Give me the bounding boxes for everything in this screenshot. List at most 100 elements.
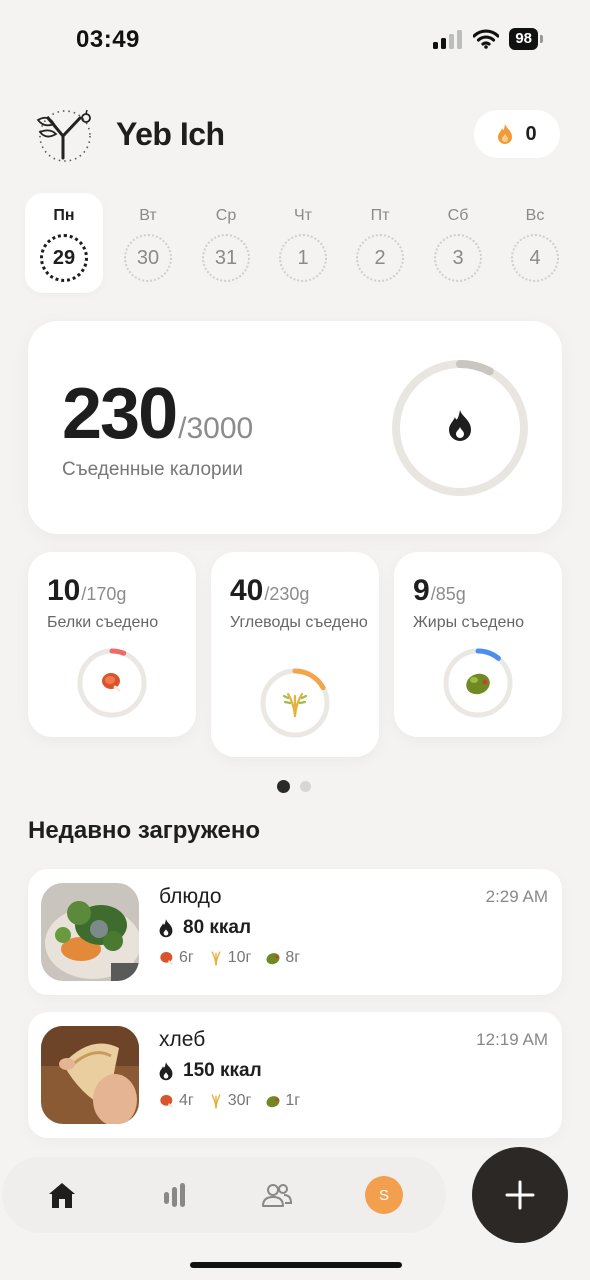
protein-goal: /170g — [81, 584, 127, 604]
meal-calories: 150 ккал — [159, 1060, 262, 1082]
protein-value: 10 — [47, 574, 81, 607]
day-name: Вт — [139, 207, 157, 224]
day-date: 2 — [356, 234, 404, 282]
fat-label: Жиры съедено — [413, 614, 525, 631]
page-dot-active[interactable] — [277, 780, 290, 793]
wheat-icon — [282, 692, 308, 718]
carbs-progress-ring — [260, 668, 330, 738]
wheat-icon — [211, 1094, 221, 1109]
calories-goal: /3000 — [178, 412, 254, 445]
protein-card[interactable]: 10 /170g Белки съедено — [28, 552, 196, 737]
avatar: S — [365, 1176, 403, 1214]
day-sun[interactable]: Вс 4 — [496, 193, 574, 293]
streak-button[interactable]: 0 — [474, 110, 560, 158]
meal-carbs: 30г — [208, 1092, 252, 1110]
tab-home[interactable] — [42, 1176, 82, 1214]
day-thu[interactable]: Чт 1 — [264, 193, 342, 293]
protein-value-row: 10 /170g — [47, 574, 126, 608]
flame-icon — [498, 124, 513, 144]
meal-fat: 1г — [265, 1092, 300, 1110]
meal-macros: 6г 10г 8г — [159, 949, 300, 967]
home-indicator — [190, 1262, 402, 1268]
meal-card[interactable]: блюдо 2:29 AM 80 ккал 6г 10г 8г — [28, 869, 562, 995]
meal-name: хлеб — [159, 1028, 206, 1051]
plus-icon — [505, 1180, 535, 1210]
day-tue[interactable]: Вт 30 — [109, 193, 187, 293]
meal-carbs-value: 10г — [227, 949, 252, 966]
meal-protein-value: 6г — [179, 949, 194, 966]
meal-card[interactable]: хлеб 12:19 AM 150 ккал 4г 30г 1г — [28, 1012, 562, 1138]
wheat-icon — [211, 951, 221, 966]
status-icons: 98 — [433, 28, 543, 50]
calorie-value: 230 /3000 — [62, 373, 253, 455]
tab-community[interactable] — [257, 1176, 297, 1214]
olive-icon — [466, 673, 490, 695]
day-name: Пн — [53, 207, 75, 224]
carbs-label: Углеводы съедено — [230, 614, 368, 631]
calorie-card[interactable]: 230 /3000 Съеденные калории — [28, 321, 562, 534]
day-date: 31 — [202, 234, 250, 282]
meal-macros: 4г 30г 1г — [159, 1092, 300, 1110]
signal-icon — [433, 30, 463, 49]
home-icon — [49, 1183, 75, 1208]
calories-eaten: 230 — [62, 374, 178, 454]
day-date: 30 — [124, 234, 172, 282]
meal-protein: 4г — [159, 1092, 194, 1110]
day-name: Вс — [525, 207, 545, 224]
day-date: 1 — [279, 234, 327, 282]
meal-kcal-value: 80 ккал — [183, 917, 252, 938]
week-strip: Пн 29 Вт 30 Ср 31 Чт 1 Пт 2 Сб 3 Вс 4 — [24, 193, 570, 293]
fat-goal: /85g — [430, 584, 466, 604]
add-meal-button[interactable] — [472, 1147, 568, 1243]
day-fri[interactable]: Пт 2 — [341, 193, 419, 293]
meal-time: 2:29 AM — [485, 887, 548, 906]
tab-profile[interactable]: S — [364, 1176, 404, 1214]
status-bar: 03:49 98 — [0, 0, 590, 80]
recent-section-title: Недавно загружено — [28, 817, 260, 844]
meal-carbs-value: 30г — [227, 1092, 252, 1109]
meal-name: блюдо — [159, 885, 222, 908]
olive-icon — [266, 953, 280, 965]
flame-icon — [159, 918, 173, 937]
flame-icon — [159, 1061, 173, 1080]
page-dot[interactable] — [300, 781, 311, 792]
protein-progress-ring — [77, 648, 147, 718]
meal-fat-value: 8г — [285, 949, 301, 966]
meal-photo — [41, 883, 139, 981]
meat-icon — [160, 952, 173, 965]
stats-icon — [164, 1183, 185, 1207]
day-date: 3 — [434, 234, 482, 282]
meat-icon — [160, 1095, 173, 1108]
fat-card[interactable]: 9 /85g Жиры съедено — [394, 552, 562, 737]
carbs-value: 40 — [230, 574, 264, 607]
protein-label: Белки съедено — [47, 614, 159, 631]
meat-icon — [102, 673, 121, 692]
day-name: Пт — [370, 207, 390, 224]
day-wed[interactable]: Ср 31 — [187, 193, 265, 293]
page-indicator[interactable] — [277, 780, 311, 793]
meal-protein: 6г — [159, 949, 194, 967]
meal-carbs: 10г — [208, 949, 252, 967]
meal-time: 12:19 AM — [476, 1030, 548, 1049]
carbs-card[interactable]: 40 /230g Углеводы съедено — [211, 552, 379, 757]
day-sat[interactable]: Сб 3 — [419, 193, 497, 293]
olive-icon — [266, 1096, 280, 1108]
fat-progress-ring — [443, 648, 513, 718]
wifi-icon — [473, 29, 500, 49]
meal-protein-value: 4г — [179, 1092, 194, 1109]
meal-kcal-value: 150 ккал — [183, 1060, 262, 1081]
day-mon[interactable]: Пн 29 — [25, 193, 103, 293]
calories-label: Съеденные калории — [62, 459, 243, 480]
tab-stats[interactable] — [155, 1176, 195, 1214]
flame-icon — [449, 410, 471, 441]
carbs-goal: /230g — [264, 584, 310, 604]
meal-fat: 8г — [265, 949, 300, 967]
meal-fat-value: 1г — [285, 1092, 301, 1109]
day-date: 4 — [511, 234, 559, 282]
day-name: Чт — [294, 207, 312, 224]
streak-count: 0 — [525, 122, 537, 145]
battery-indicator: 98 — [509, 28, 543, 50]
day-name: Сб — [447, 207, 469, 224]
status-time: 03:49 — [76, 26, 140, 53]
fat-value: 9 — [413, 574, 430, 607]
